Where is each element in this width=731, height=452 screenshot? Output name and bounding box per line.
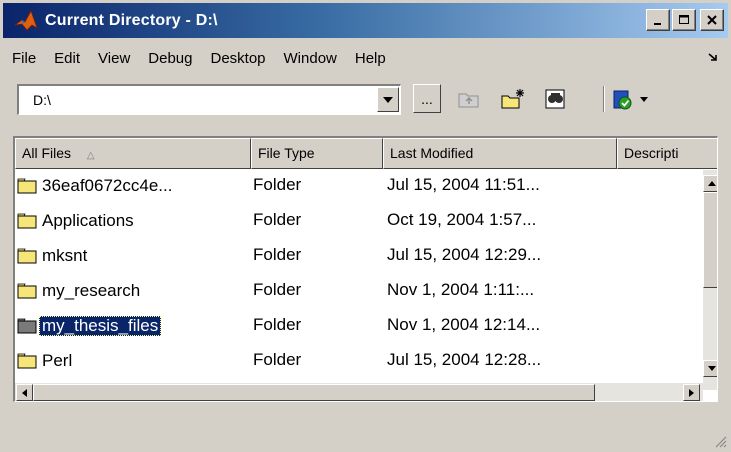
file-type-cell: Folder <box>253 245 302 264</box>
last-modified-cell: Nov 1, 2004 12:14... <box>387 315 541 334</box>
list-header: All Files △ File Type Last Modified Desc… <box>15 138 717 169</box>
file-row[interactable]: my_research Folder Nov 1, 2004 1:11:... <box>15 276 701 306</box>
column-description[interactable]: Descripti <box>617 138 717 169</box>
column-last-modified[interactable]: Last Modified <box>383 138 617 169</box>
browse-button[interactable]: ... <box>413 84 441 113</box>
horizontal-scroll-thumb[interactable] <box>33 384 595 401</box>
file-row[interactable]: Applications Folder Oct 19, 2004 1:57... <box>15 206 701 236</box>
close-button[interactable] <box>700 9 724 31</box>
resize-grip-icon[interactable] <box>713 434 727 448</box>
minimize-button[interactable] <box>646 9 670 31</box>
file-row[interactable]: my_thesis_files Folder Nov 1, 2004 12:14..… <box>15 311 701 341</box>
file-name[interactable]: my_thesis_files <box>39 316 162 336</box>
menu-desktop[interactable]: Desktop <box>201 50 274 67</box>
folder-icon <box>17 283 37 299</box>
window-title: Current Directory - D:\ <box>45 11 218 29</box>
menu-view[interactable]: View <box>89 50 139 67</box>
file-name-cell[interactable]: Applications <box>17 208 137 234</box>
new-folder-icon[interactable] <box>499 84 527 113</box>
find-files-icon[interactable] <box>541 84 569 113</box>
title-bar[interactable]: Current Directory - D:\ <box>3 3 728 38</box>
undock-arrow-icon[interactable] <box>708 52 718 65</box>
file-type-cell: Folder <box>253 175 302 194</box>
file-row[interactable]: 36eaf0672cc4e... Folder Jul 15, 2004 11:51… <box>15 171 701 201</box>
folder-icon <box>17 318 37 334</box>
folder-icon <box>17 178 37 194</box>
last-modified-cell: Jul 15, 2004 12:29... <box>387 245 542 264</box>
scroll-right-icon[interactable] <box>683 384 700 401</box>
path-value[interactable]: D:\ <box>33 92 51 108</box>
scroll-left-icon[interactable] <box>16 384 33 401</box>
file-name[interactable]: my_research <box>39 281 143 301</box>
toolbar-separator <box>603 86 605 112</box>
menu-edit[interactable]: Edit <box>45 50 89 67</box>
column-file-type[interactable]: File Type <box>251 138 383 169</box>
run-icon[interactable] <box>609 84 653 113</box>
file-name-cell[interactable]: mksnt <box>17 243 90 269</box>
last-modified-cell: Oct 19, 2004 1:57... <box>387 210 537 229</box>
file-row[interactable]: mksnt Folder Jul 15, 2004 12:29... <box>15 241 701 271</box>
vertical-scrollbar[interactable] <box>703 170 717 390</box>
last-modified-cell: Nov 1, 2004 1:11:... <box>387 280 535 299</box>
dropdown-arrow-icon[interactable] <box>377 87 399 112</box>
folder-icon <box>17 213 37 229</box>
column-all-files[interactable]: All Files △ <box>15 138 251 169</box>
horizontal-scrollbar[interactable] <box>15 383 703 401</box>
menu-window[interactable]: Window <box>275 50 346 67</box>
folder-icon <box>17 353 37 369</box>
file-name-cell[interactable]: 36eaf0672cc4e... <box>17 173 175 199</box>
folder-icon <box>17 248 37 264</box>
toolbar: D:\ ... <box>3 80 728 120</box>
current-directory-window: Current Directory - D:\ File Edit View D… <box>0 0 731 452</box>
file-name-cell[interactable]: Perl <box>17 348 75 374</box>
file-name[interactable]: 36eaf0672cc4e... <box>39 176 175 196</box>
menu-bar: File Edit View Debug Desktop Window Help <box>3 44 728 72</box>
file-row[interactable]: Perl Folder Jul 15, 2004 12:28... <box>15 346 701 376</box>
sort-ascending-icon: △ <box>86 150 95 161</box>
file-name[interactable]: Perl <box>39 351 75 371</box>
file-name-cell[interactable]: my_research <box>17 278 143 304</box>
file-type-cell: Folder <box>253 280 302 299</box>
file-type-cell: Folder <box>253 210 302 229</box>
file-name[interactable]: mksnt <box>39 246 90 266</box>
maximize-button[interactable] <box>672 9 696 31</box>
menu-help[interactable]: Help <box>346 50 395 67</box>
current-directory-combo[interactable]: D:\ <box>17 84 401 115</box>
file-list: All Files △ File Type Last Modified Desc… <box>13 136 718 402</box>
up-folder-icon[interactable] <box>455 84 483 113</box>
last-modified-cell: Jul 15, 2004 11:51... <box>387 175 540 194</box>
file-type-cell: Folder <box>253 315 302 334</box>
file-name-cell[interactable]: my_thesis_files <box>17 313 162 339</box>
menu-debug[interactable]: Debug <box>139 50 201 67</box>
column-label: All Files <box>22 145 72 161</box>
scroll-up-icon[interactable] <box>703 175 717 192</box>
vertical-scroll-thumb[interactable] <box>703 192 717 288</box>
file-name[interactable]: Applications <box>39 211 137 231</box>
file-type-cell: Folder <box>253 350 302 369</box>
scroll-down-icon[interactable] <box>703 360 717 377</box>
menu-file[interactable]: File <box>3 50 45 67</box>
matlab-logo-icon <box>13 8 39 34</box>
last-modified-cell: Jul 15, 2004 12:28... <box>387 350 542 369</box>
